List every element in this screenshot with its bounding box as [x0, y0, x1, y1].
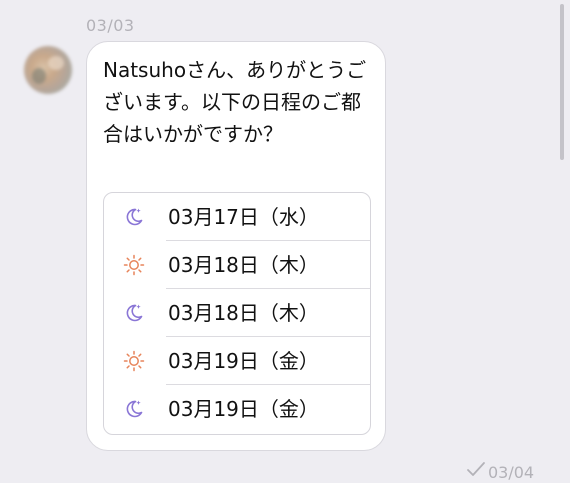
checkmark-icon: [467, 462, 485, 476]
message-date: 03/04: [488, 463, 535, 482]
moon-icon: [126, 304, 143, 322]
date-option[interactable]: 03月19日（金）: [104, 385, 370, 433]
scrollbar[interactable]: [560, 4, 564, 160]
message-text: Natsuhoさん、ありがとうございます。以下の日程のご都合はいかがですか？: [103, 58, 367, 146]
avatar-highlight: [48, 56, 64, 70]
date-option-label: 03月17日（水）: [168, 205, 319, 229]
date-option-label: 03月19日（金）: [168, 397, 319, 421]
message-bubble: Natsuhoさん、ありがとうございます。以下の日程のご都合はいかがですか？ 0…: [86, 41, 386, 451]
date-option-label: 03月18日（木）: [168, 253, 319, 277]
date-option[interactable]: 03月17日（水）: [104, 193, 370, 241]
moon-icon: [126, 400, 143, 418]
date-option-label: 03月19日（金）: [168, 349, 319, 373]
avatar-shade: [32, 68, 46, 84]
message-date: 03/03: [86, 16, 135, 35]
date-option[interactable]: 03月18日（木）: [104, 241, 370, 289]
date-options-list: 03月17日（水） 03月18日（木） 03月18日（木） 03月19日（金） …: [103, 192, 371, 435]
avatar[interactable]: [24, 46, 72, 94]
moon-icon: [126, 208, 143, 226]
date-option[interactable]: 03月18日（木）: [104, 289, 370, 337]
sun-icon: [123, 350, 145, 372]
date-option[interactable]: 03月19日（金）: [104, 337, 370, 385]
sun-icon: [123, 254, 145, 276]
date-option-label: 03月18日（木）: [168, 301, 319, 325]
